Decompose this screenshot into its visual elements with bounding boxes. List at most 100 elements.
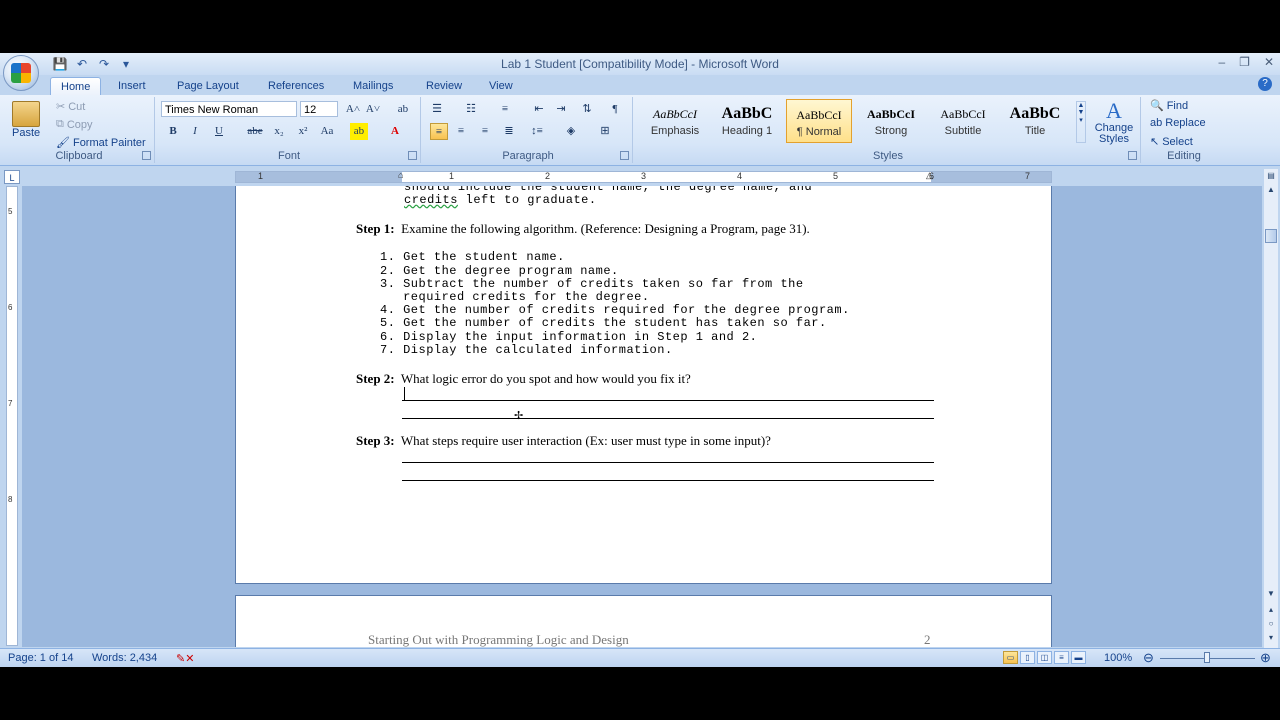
replace-button[interactable]: ab Replace — [1150, 117, 1206, 129]
outline-icon[interactable]: ≡ — [1054, 651, 1069, 664]
style-heading-1[interactable]: AaBbC Heading 1 — [714, 99, 780, 143]
word-count[interactable]: Words: 2,434 — [92, 652, 157, 664]
shrink-font-icon[interactable]: A˅ — [364, 101, 382, 118]
page-1[interactable]: should include the student name, the deg… — [235, 186, 1052, 584]
horizontal-ruler[interactable]: 1 1 2 3 4 5 6 7 ⌂ △ — [235, 170, 1052, 183]
cut-button[interactable]: ✂ Cut — [56, 100, 85, 114]
help-icon[interactable]: ? — [1258, 77, 1272, 91]
line-spacing-icon[interactable]: ↕≡ — [528, 123, 546, 140]
algorithm-line: 3. Subtract the number of credits taken … — [380, 277, 804, 291]
sort-icon[interactable]: ⇅ — [578, 101, 596, 118]
italic-icon[interactable]: I — [186, 123, 204, 140]
highlight-icon[interactable]: ab — [350, 123, 368, 140]
format-painter-button[interactable]: 🖌 Format Painter — [56, 136, 146, 150]
previous-page-icon[interactable]: ▴ — [1264, 603, 1278, 617]
maximize-button[interactable]: ❐ — [1239, 55, 1250, 69]
multilevel-list-icon[interactable]: ≡ — [496, 101, 514, 118]
answer-line[interactable] — [402, 480, 934, 481]
style-normal[interactable]: AaBbCcI ¶ Normal — [786, 99, 852, 143]
clipboard-launcher-icon[interactable] — [142, 151, 151, 160]
align-center-icon[interactable]: ≡ — [452, 123, 470, 140]
styles-launcher-icon[interactable] — [1128, 151, 1137, 160]
answer-line[interactable] — [402, 400, 934, 401]
tab-references[interactable]: References — [258, 77, 334, 95]
select-button[interactable]: ↖ Select — [1150, 135, 1193, 149]
font-size-box[interactable]: 12 — [300, 101, 338, 117]
ruler-number: 1 — [449, 171, 455, 181]
tab-mailings[interactable]: Mailings — [343, 77, 403, 95]
print-layout-icon[interactable]: ▭ — [1003, 651, 1018, 664]
algorithm-line: 1. Get the student name. — [380, 250, 565, 264]
copy-button[interactable]: ⧉ Copy — [56, 118, 93, 131]
vertical-ruler[interactable]: 5 6 7 8 — [6, 186, 18, 646]
show-marks-icon[interactable]: ¶ — [606, 101, 624, 118]
tab-home[interactable]: Home — [50, 77, 102, 96]
numbering-icon[interactable]: ☷ — [462, 101, 480, 118]
browse-object-icon[interactable]: ○ — [1264, 617, 1278, 631]
align-right-icon[interactable]: ≡ — [476, 123, 494, 140]
tab-review[interactable]: Review — [416, 77, 472, 95]
zoom-level[interactable]: 100% — [1104, 652, 1132, 664]
tab-page-layout[interactable]: Page Layout — [167, 77, 249, 95]
align-left-icon[interactable]: ≡ — [430, 123, 448, 140]
scroll-up-icon[interactable]: ▲ — [1264, 183, 1278, 197]
styles-scroll-icon[interactable]: ▲ ▼ ▾ — [1076, 101, 1086, 143]
office-logo-icon — [11, 63, 31, 83]
proofing-icon[interactable]: ✎✕ — [176, 652, 194, 665]
ruler-view-icon[interactable]: ▤ — [1264, 169, 1278, 183]
justify-icon[interactable]: ≣ — [500, 123, 518, 140]
decrease-indent-icon[interactable]: ⇤ — [530, 101, 548, 118]
style-subtitle[interactable]: AaBbCcI Subtitle — [930, 99, 996, 143]
draft-icon[interactable]: ▬ — [1071, 651, 1086, 664]
paste-button[interactable]: Paste — [12, 101, 40, 139]
indent-marker-icon[interactable]: ⌂ — [398, 170, 403, 180]
grow-font-icon[interactable]: A˄ — [344, 101, 362, 118]
subscript-icon[interactable]: x₂ — [270, 123, 288, 140]
scrollbar-thumb[interactable] — [1265, 229, 1277, 243]
page-count[interactable]: Page: 1 of 14 — [8, 652, 73, 664]
clear-format-icon[interactable]: ab — [394, 101, 412, 118]
styles-label: Styles — [873, 150, 903, 162]
page-2[interactable]: Starting Out with Programming Logic and … — [235, 595, 1052, 647]
next-page-icon[interactable]: ▾ — [1264, 631, 1278, 645]
tab-insert[interactable]: Insert — [108, 77, 156, 95]
vertical-scrollbar[interactable]: ▤ ▲ ▼ ▴ ○ ▾ — [1264, 169, 1278, 649]
superscript-icon[interactable]: x² — [294, 123, 312, 140]
change-case-icon[interactable]: Aa — [318, 123, 336, 140]
minimize-button[interactable]: – — [1218, 55, 1225, 69]
find-button[interactable]: 🔍 Find — [1150, 99, 1188, 113]
right-indent-marker-icon[interactable]: △ — [926, 170, 933, 181]
bold-icon[interactable]: B — [164, 123, 182, 140]
style-title[interactable]: AaBbC Title — [1002, 99, 1068, 143]
zoom-out-icon[interactable]: ⊖ — [1143, 650, 1154, 666]
change-styles-button[interactable]: A Change Styles — [1092, 99, 1136, 145]
answer-line[interactable] — [402, 462, 934, 463]
strikethrough-icon[interactable]: abe — [246, 123, 264, 140]
font-color-icon[interactable]: A — [386, 123, 404, 140]
paragraph-launcher-icon[interactable] — [620, 151, 629, 160]
document-area[interactable]: should include the student name, the deg… — [22, 186, 1262, 647]
style-strong[interactable]: AaBbCcI Strong — [858, 99, 924, 143]
full-screen-reading-icon[interactable]: ▯ — [1020, 651, 1035, 664]
bullets-icon[interactable]: ☰ — [428, 101, 446, 118]
zoom-in-icon[interactable]: ⊕ — [1260, 650, 1271, 666]
web-layout-icon[interactable]: ◫ — [1037, 651, 1052, 664]
shading-icon[interactable]: ◈ — [562, 123, 580, 140]
font-launcher-icon[interactable] — [408, 151, 417, 160]
font-name-box[interactable]: Times New Roman — [161, 101, 297, 117]
zoom-slider-thumb[interactable] — [1204, 652, 1210, 663]
office-button[interactable] — [3, 55, 39, 91]
borders-icon[interactable]: ⊞ — [596, 123, 614, 140]
style-emphasis[interactable]: AaBbCcI Emphasis — [642, 99, 708, 143]
answer-line[interactable] — [402, 418, 934, 419]
styles-group: AaBbCcI Emphasis AaBbC Heading 1 AaBbCcI… — [636, 97, 1141, 163]
scroll-down-icon[interactable]: ▼ — [1264, 587, 1278, 601]
tab-stop-selector[interactable]: L — [4, 170, 20, 184]
increase-indent-icon[interactable]: ⇥ — [552, 101, 570, 118]
tab-view[interactable]: View — [479, 77, 523, 95]
underline-icon[interactable]: U — [210, 123, 228, 140]
paste-icon — [12, 101, 41, 127]
misspelled-word: credits — [404, 193, 458, 207]
close-button[interactable]: ✕ — [1264, 55, 1274, 69]
ruler-number: 2 — [545, 171, 551, 181]
